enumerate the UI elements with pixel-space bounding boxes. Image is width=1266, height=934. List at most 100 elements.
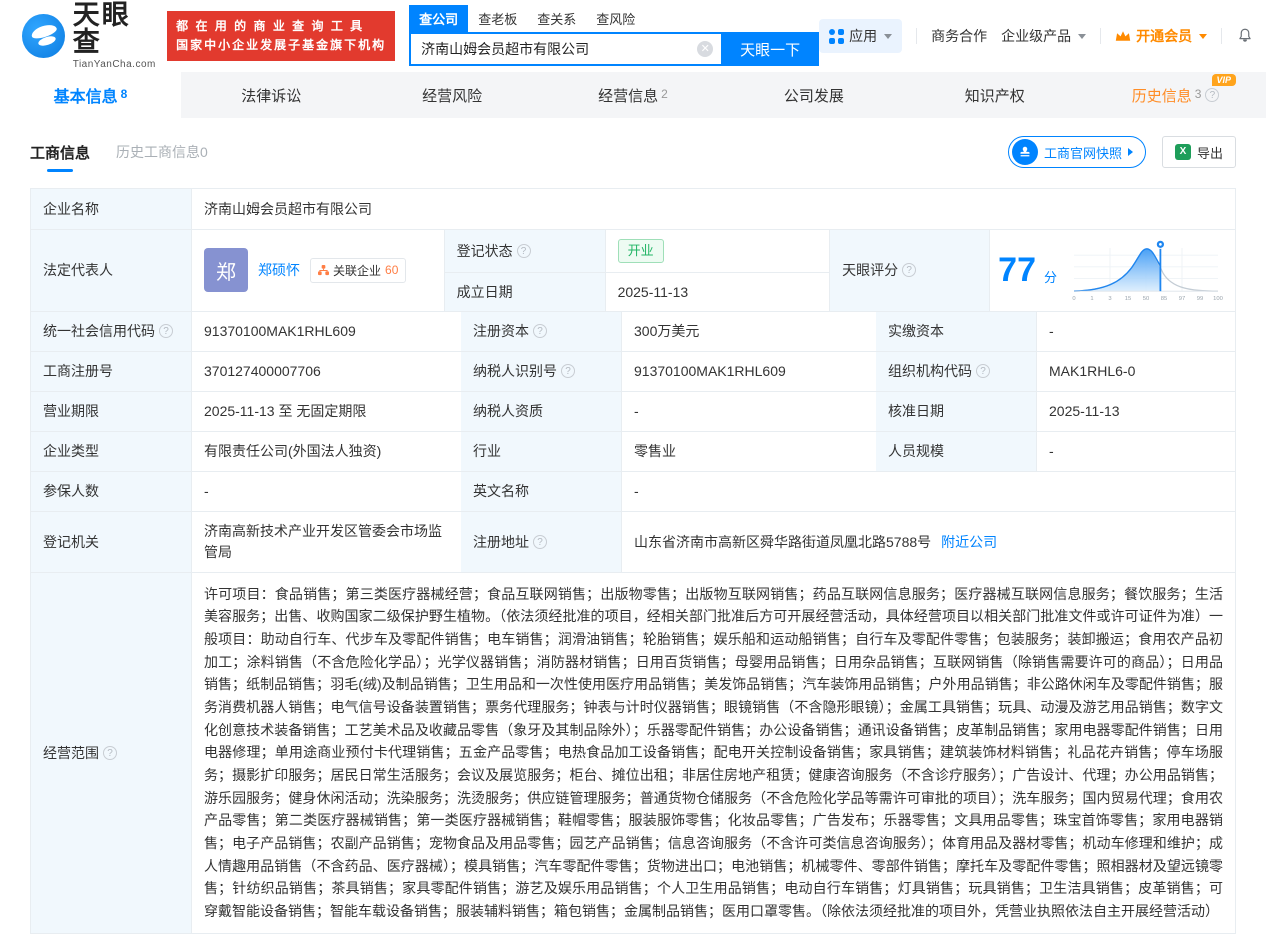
table-row: 参保人数 - 英文名称 - [31,471,1235,511]
slogan-line2: 国家中小企业发展子基金旗下机构 [176,36,386,55]
chevron-down-icon [884,34,892,39]
crown-icon [1115,29,1131,43]
search-button[interactable]: 天眼一下 [721,32,819,66]
tab-company-development[interactable]: 公司发展 [723,72,904,118]
business-term-label: 营业期限 [31,392,191,431]
registration-authority-value: 济南高新技术产业开发区管委会市场监管局 [191,512,461,572]
tianyancha-logo[interactable]: 天眼查 TianYanCha.com [22,2,157,70]
chevron-down-icon [1078,34,1086,39]
slogan-banner: 都 在 用 的 商 业 查 询 工 具 国家中小企业发展子基金旗下机构 [167,11,395,60]
paid-capital-value: - [1036,312,1235,351]
table-row: 企业类型 有限责任公司(外国法人独资) 行业 零售业 人员规模 - [31,431,1235,471]
business-scope-label: 经营范围 [31,573,191,933]
top-header: 天眼查 TianYanCha.com 都 在 用 的 商 业 查 询 工 具 国… [0,0,1266,72]
nav-divider [916,28,917,44]
tab-legal-proceedings[interactable]: 法律诉讼 [181,72,362,118]
staff-size-label: 人员规模 [876,432,1036,471]
vip-badge: VIP [1212,74,1237,86]
search-tab-relation[interactable]: 查关系 [527,5,586,32]
approval-date-value: 2025-11-13 [1036,392,1235,431]
export-button[interactable]: X 导出 [1162,136,1236,168]
svg-text:99: 99 [1197,296,1204,302]
help-icon[interactable] [561,364,575,378]
org-code-label: 组织机构代码 [876,352,1036,391]
help-icon[interactable] [533,324,547,338]
nav-apps[interactable]: 应用 [819,19,902,53]
related-companies-tag[interactable]: 关联企业 60 [310,258,406,283]
taxpayer-qual-label: 纳税人资质 [461,392,621,431]
stamp-icon [1012,139,1038,165]
subtab-history-registration[interactable]: 历史工商信息0 [116,142,208,162]
nav-enterprise[interactable]: 企业级产品 [1001,26,1086,46]
taxpayer-id-label: 纳税人识别号 [461,352,621,391]
help-icon[interactable] [159,324,173,338]
search-input[interactable] [421,41,697,57]
avatar[interactable]: 郑 [204,248,248,292]
tab-history-info[interactable]: VIP 历史信息3 [1085,72,1266,118]
uscc-value: 91370100MAK1RHL609 [191,312,461,351]
table-row: 法定代表人 郑 郑硕怀 关联企业 60 登记状态 开业 成立日期 2025-11… [31,229,1235,311]
tab-operating-risk[interactable]: 经营风险 [362,72,543,118]
legal-rep-link[interactable]: 郑硕怀 [258,260,300,280]
clear-search-icon[interactable]: ✕ [697,41,713,57]
english-name-label: 英文名称 [461,472,621,511]
approval-date-label: 核准日期 [876,392,1036,431]
company-type-value: 有限责任公司(外国法人独资) [191,432,461,471]
registered-address-value: 山东省济南市高新区舜华路街道凤凰北路5788号 附近公司 [621,512,1235,572]
svg-text:85: 85 [1161,296,1168,302]
official-snapshot-button[interactable]: 工商官网快照 [1008,136,1146,168]
nearby-companies-link[interactable]: 附近公司 [941,532,997,552]
score-distribution-chart: 0 1 3 15 50 85 97 99 100 [1065,237,1227,303]
search-tab-boss[interactable]: 查老板 [468,5,527,32]
svg-text:1: 1 [1090,296,1093,302]
score-value: 77 [998,253,1036,287]
search-tab-company[interactable]: 查公司 [409,5,468,32]
table-row: 营业期限 2025-11-13 至 无固定期限 纳税人资质 - 核准日期 202… [31,391,1235,431]
section-tabs: 基本信息8 法律诉讼 经营风险 经营信息2 公司发展 知识产权 VIP 历史信息… [0,72,1266,118]
help-icon[interactable] [533,535,547,549]
status-badge: 开业 [618,239,664,263]
nav-open-vip[interactable]: 开通会员 [1115,26,1207,46]
notifications-bell[interactable] [1236,27,1254,45]
english-name-value: - [621,472,1235,511]
search-tab-risk[interactable]: 查风险 [586,5,645,32]
tab-business-info[interactable]: 经营信息2 [543,72,724,118]
nav-apps-label: 应用 [849,26,877,46]
chevron-down-icon [1199,34,1207,39]
legal-rep-cell: 郑 郑硕怀 关联企业 60 [191,230,444,311]
company-name-label: 企业名称 [31,189,191,229]
svg-text:97: 97 [1179,296,1186,302]
tab-basic-info[interactable]: 基本信息8 [0,72,181,118]
table-row: 企业名称 济南山姆会员超市有限公司 [31,189,1235,229]
nav-cooperation[interactable]: 商务合作 [931,26,987,46]
tab-intellectual-property[interactable]: 知识产权 [904,72,1085,118]
legal-rep-label: 法定代表人 [31,230,191,311]
logo-subtitle: TianYanCha.com [73,60,157,70]
uscc-label: 统一社会信用代码 [31,312,191,351]
tianyan-score-cell: 77 分 [989,230,1235,311]
help-icon[interactable] [517,244,531,258]
establish-date-value: 2025-11-13 [605,273,830,311]
excel-icon: X [1175,144,1191,160]
help-icon[interactable] [103,746,117,760]
reg-status-label: 登记状态 [445,230,605,272]
bell-icon [1236,27,1254,45]
svg-text:0: 0 [1072,296,1076,302]
table-row: 登记机关 济南高新技术产业开发区管委会市场监管局 注册地址 山东省济南市高新区舜… [31,511,1235,572]
establish-date-label: 成立日期 [445,273,605,311]
search-tabs: 查公司 查老板 查关系 查风险 [409,8,819,32]
subtab-business-registration[interactable]: 工商信息 [30,142,90,163]
svg-text:3: 3 [1108,296,1111,302]
registration-authority-label: 登记机关 [31,512,191,572]
help-icon[interactable] [902,263,916,277]
business-scope-value: 许可项目：食品销售；第三类医疗器械经营；食品互联网销售；出版物零售；出版物互联网… [191,573,1235,933]
subtab-bar: 工商信息 历史工商信息0 工商官网快照 X 导出 [0,118,1266,182]
company-name-value: 济南山姆会员超市有限公司 [191,189,1235,229]
help-icon[interactable] [976,364,990,378]
taxpayer-id-value: 91370100MAK1RHL609 [621,352,876,391]
header-nav: 应用 商务合作 企业级产品 开通会员 超级风... [819,19,1266,53]
help-icon[interactable] [1205,88,1219,102]
score-label: 天眼评分 [829,230,989,311]
staff-size-value: - [1036,432,1235,471]
insured-count-value: - [191,472,461,511]
